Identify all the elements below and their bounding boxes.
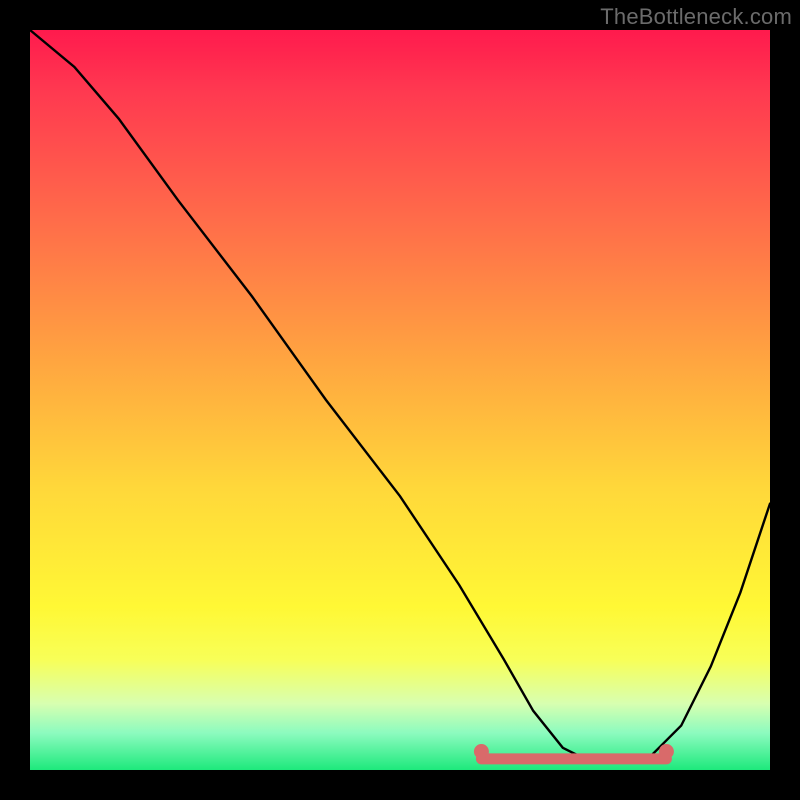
watermark-text: TheBottleneck.com xyxy=(600,4,792,30)
chart-plot-area xyxy=(30,30,770,770)
flat-band-left-dot xyxy=(474,744,489,759)
flat-band-right-dot xyxy=(659,744,674,759)
bottleneck-curve xyxy=(30,30,770,763)
chart-svg xyxy=(30,30,770,770)
